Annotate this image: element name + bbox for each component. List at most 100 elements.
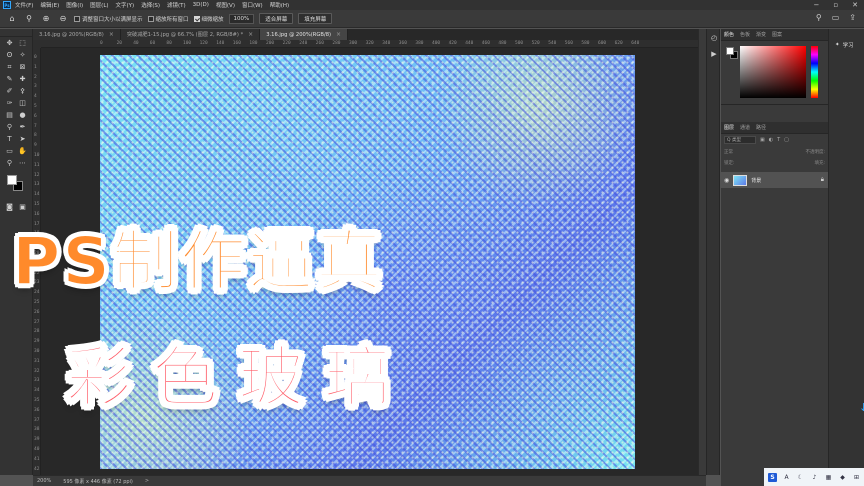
dodge-tool-icon[interactable]: ⚲	[3, 121, 16, 133]
menu-3d[interactable]: 3D(D)	[193, 2, 209, 8]
tab-channels[interactable]: 通道	[740, 124, 750, 131]
minimize-icon[interactable]: −	[814, 1, 820, 9]
zoom-all-checkbox[interactable]	[147, 15, 154, 22]
menu-edit[interactable]: 编辑(E)	[40, 1, 59, 9]
quick-mask-icon[interactable]: ◙	[3, 201, 16, 213]
brush-tool-icon[interactable]: ✐	[3, 85, 16, 97]
frame-tool-icon[interactable]: ⊠	[16, 61, 29, 73]
search-icon[interactable]: ⚲	[816, 13, 822, 22]
clone-stamp-icon[interactable]: ⚴	[16, 85, 29, 97]
mic-icon[interactable]: ♪	[810, 473, 819, 482]
shirt-icon[interactable]: ◆	[838, 473, 847, 482]
share-icon[interactable]: ⇪	[849, 13, 856, 22]
shape-tool-icon[interactable]: ▭	[3, 145, 16, 157]
crop-tool-icon[interactable]: ⌗	[3, 61, 16, 73]
filter-pixel-icon[interactable]: ▣	[760, 137, 765, 143]
blend-mode-select[interactable]: 正常	[724, 149, 733, 155]
filter-shape-icon[interactable]: ▢	[784, 137, 789, 143]
screen-mode-icon[interactable]: ▣	[16, 201, 29, 213]
tab-close-icon[interactable]: ×	[109, 31, 114, 38]
tab-close-icon[interactable]: ×	[336, 31, 341, 38]
zoom-all-option[interactable]: 缩放所有窗口	[147, 15, 189, 23]
panel-foreground-swatch[interactable]	[726, 47, 734, 55]
hue-slider[interactable]	[811, 46, 818, 98]
menu-image[interactable]: 图像(I)	[66, 1, 83, 9]
tab-document-1[interactable]: 3.16.jpg @ 200%(RGB/8) ×	[33, 29, 121, 40]
tab-close-icon[interactable]: ×	[248, 31, 253, 38]
move-tool-icon[interactable]: ✥	[3, 37, 16, 49]
close-icon[interactable]: ✕	[852, 1, 858, 9]
layer-name[interactable]: 背景	[751, 177, 761, 184]
history-brush-icon[interactable]: ✑	[3, 97, 16, 109]
zoom-tool-panel-icon[interactable]: ⚲	[3, 157, 16, 169]
eraser-tool-icon[interactable]: ◫	[16, 97, 29, 109]
status-menu-arrow[interactable]: >	[145, 478, 149, 484]
status-zoom[interactable]: 200%	[37, 478, 51, 484]
restore-icon[interactable]: ▫	[833, 1, 838, 9]
resize-windows-checkbox[interactable]	[74, 15, 80, 22]
right-panels: 颜色 色板 渐变 图案 图层 通道 路径 Q 类型 ▣ ◐ T ▢ 正常 不透明…	[721, 29, 828, 486]
resize-windows-option[interactable]: 调整窗口大小以满屏显示	[74, 15, 143, 23]
foreground-color[interactable]	[7, 175, 17, 185]
color-swatches[interactable]	[0, 173, 32, 201]
path-select-icon[interactable]: ➤	[16, 133, 29, 145]
tab-patterns[interactable]: 图案	[772, 31, 782, 38]
download-arrow-icon[interactable]: ↓	[859, 401, 864, 414]
gradient-tool-icon[interactable]: ▤	[3, 109, 16, 121]
menu-view[interactable]: 视图(V)	[216, 1, 235, 9]
tab-color[interactable]: 颜色	[724, 31, 734, 38]
ruler-corner[interactable]	[33, 40, 41, 48]
horizontal-ruler[interactable]: 0 20 40 60 80 100 120 140 160 180 200 220 240 260 280 3…	[41, 40, 698, 48]
keyboard-icon[interactable]: ▦	[824, 473, 833, 482]
menu-filter[interactable]: 滤镜(T)	[167, 1, 186, 9]
menu-help[interactable]: 帮助(H)	[270, 1, 289, 9]
vertical-scrollbar[interactable]	[698, 29, 706, 475]
history-panel-icon[interactable]: ◴	[707, 31, 721, 45]
pen-tool-icon[interactable]: ✒	[16, 121, 29, 133]
eyedropper-icon[interactable]: ✎	[3, 73, 16, 85]
type-tool-icon[interactable]: T	[3, 133, 16, 145]
menu-type[interactable]: 文字(Y)	[116, 1, 135, 9]
hand-tool-icon[interactable]: ✋	[16, 145, 29, 157]
blur-tool-icon[interactable]: ●	[16, 109, 29, 121]
tab-paths[interactable]: 路径	[756, 124, 766, 131]
tab-swatches[interactable]: 色板	[740, 31, 750, 38]
magic-wand-icon[interactable]: ✧	[16, 49, 29, 61]
ime-s-icon[interactable]: S	[768, 472, 777, 482]
zoom-value-field[interactable]: 100%	[228, 13, 255, 24]
tab-gradients[interactable]: 渐变	[756, 31, 766, 38]
scrubby-zoom-option[interactable]: 细微缩放	[193, 15, 224, 23]
healing-brush-icon[interactable]: ✚	[16, 73, 29, 85]
ime-a-icon[interactable]: A	[782, 473, 791, 482]
visibility-eye-icon[interactable]: ◉	[724, 177, 729, 184]
color-picker-field[interactable]	[740, 46, 806, 98]
marquee-tool-icon[interactable]: ⬚	[16, 37, 29, 49]
menu-window[interactable]: 窗口(W)	[242, 1, 263, 9]
layer-row-background[interactable]: ◉ 背景 🔒︎	[721, 172, 828, 188]
menu-select[interactable]: 选择(S)	[141, 1, 160, 9]
home-icon[interactable]: ⌂	[6, 13, 18, 25]
fill-screen-button[interactable]: 填充屏幕	[298, 13, 333, 24]
zoom-in-icon[interactable]: ⊕	[40, 13, 52, 25]
workspace-icon[interactable]: ▭	[832, 13, 840, 22]
toolbar-grip[interactable]	[0, 29, 32, 37]
actions-panel-icon[interactable]: ▶	[707, 47, 721, 61]
more-tools-icon[interactable]: ⋯	[16, 157, 29, 169]
filter-adjust-icon[interactable]: ◐	[769, 137, 773, 143]
lasso-tool-icon[interactable]: ʘ	[3, 49, 16, 61]
menu-layer[interactable]: 图层(L)	[90, 1, 108, 9]
zoom-out-icon[interactable]: ⊖	[57, 13, 69, 25]
menu-file[interactable]: 文件(F)	[15, 1, 33, 9]
layer-filter-field[interactable]: Q 类型	[724, 136, 756, 144]
tab-document-3[interactable]: 3.16.jpg @ 200%(RGB/8) ×	[260, 29, 349, 40]
moon-icon[interactable]: ☾	[796, 473, 805, 482]
zoom-tool-icon[interactable]: ⚲	[23, 13, 35, 25]
learn-button[interactable]: ✦ 学习	[829, 39, 864, 51]
scrubby-zoom-checkbox[interactable]	[193, 15, 200, 22]
layer-lock-icon[interactable]: 🔒︎	[821, 176, 824, 184]
fit-screen-button[interactable]: 适合屏幕	[259, 13, 294, 24]
tab-layers[interactable]: 图层	[724, 124, 734, 131]
grid-icon[interactable]: ⊞	[852, 473, 861, 482]
tab-document-2[interactable]: 突破减肥1-15.jpg @ 66.7% (图层 2, RGB/8#) * ×	[120, 29, 261, 40]
filter-type-icon[interactable]: T	[777, 137, 780, 143]
